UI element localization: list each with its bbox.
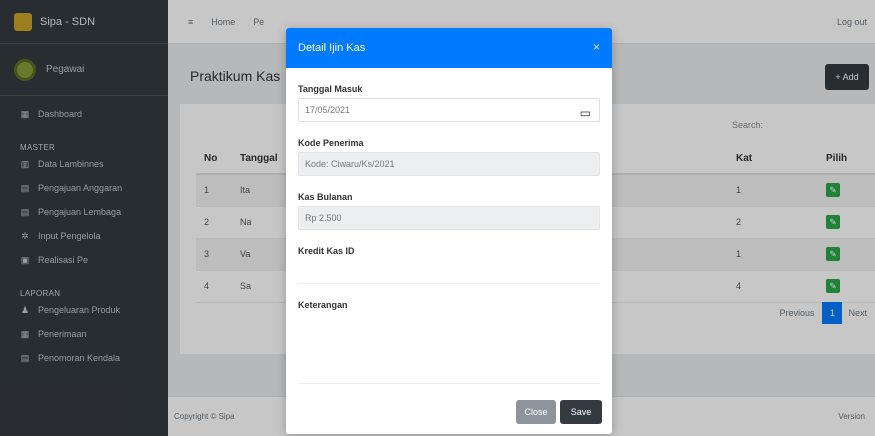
calendar-icon[interactable]: ▭ xyxy=(580,102,591,124)
modal-footer: Close Save xyxy=(516,400,602,424)
save-button[interactable]: Save xyxy=(560,400,602,424)
close-button[interactable]: Close xyxy=(516,400,556,424)
kas-field: Rp 2.500 xyxy=(298,206,600,230)
field-label-keterangan: Keterangan xyxy=(298,300,348,310)
keterangan-textarea[interactable] xyxy=(298,314,600,384)
kode-field: Kode: Ciwaru/Ks/2021 xyxy=(298,152,600,176)
modal-header: Detail Ijin Kas × xyxy=(286,28,612,68)
field-label-tanggal: Tanggal Masuk xyxy=(298,84,363,94)
close-icon[interactable]: × xyxy=(593,40,600,54)
date-value: 17/05/2021 xyxy=(305,105,351,115)
modal-body: Tanggal Masuk 17/05/2021 ▭ Kode Penerima… xyxy=(298,80,600,384)
kas-value: Rp 2.500 xyxy=(305,213,342,223)
field-label-kredit: Kredit Kas ID xyxy=(298,246,355,256)
field-label-kode: Kode Penerima xyxy=(298,138,364,148)
modal-title: Detail Ijin Kas xyxy=(298,42,366,54)
kode-value: Kode: Ciwaru/Ks/2021 xyxy=(305,159,395,169)
kredit-input[interactable] xyxy=(298,260,600,284)
date-input[interactable]: 17/05/2021 ▭ xyxy=(298,98,600,122)
field-label-kas: Kas Bulanan xyxy=(298,192,353,202)
detail-modal: Detail Ijin Kas × Tanggal Masuk 17/05/20… xyxy=(286,28,612,434)
